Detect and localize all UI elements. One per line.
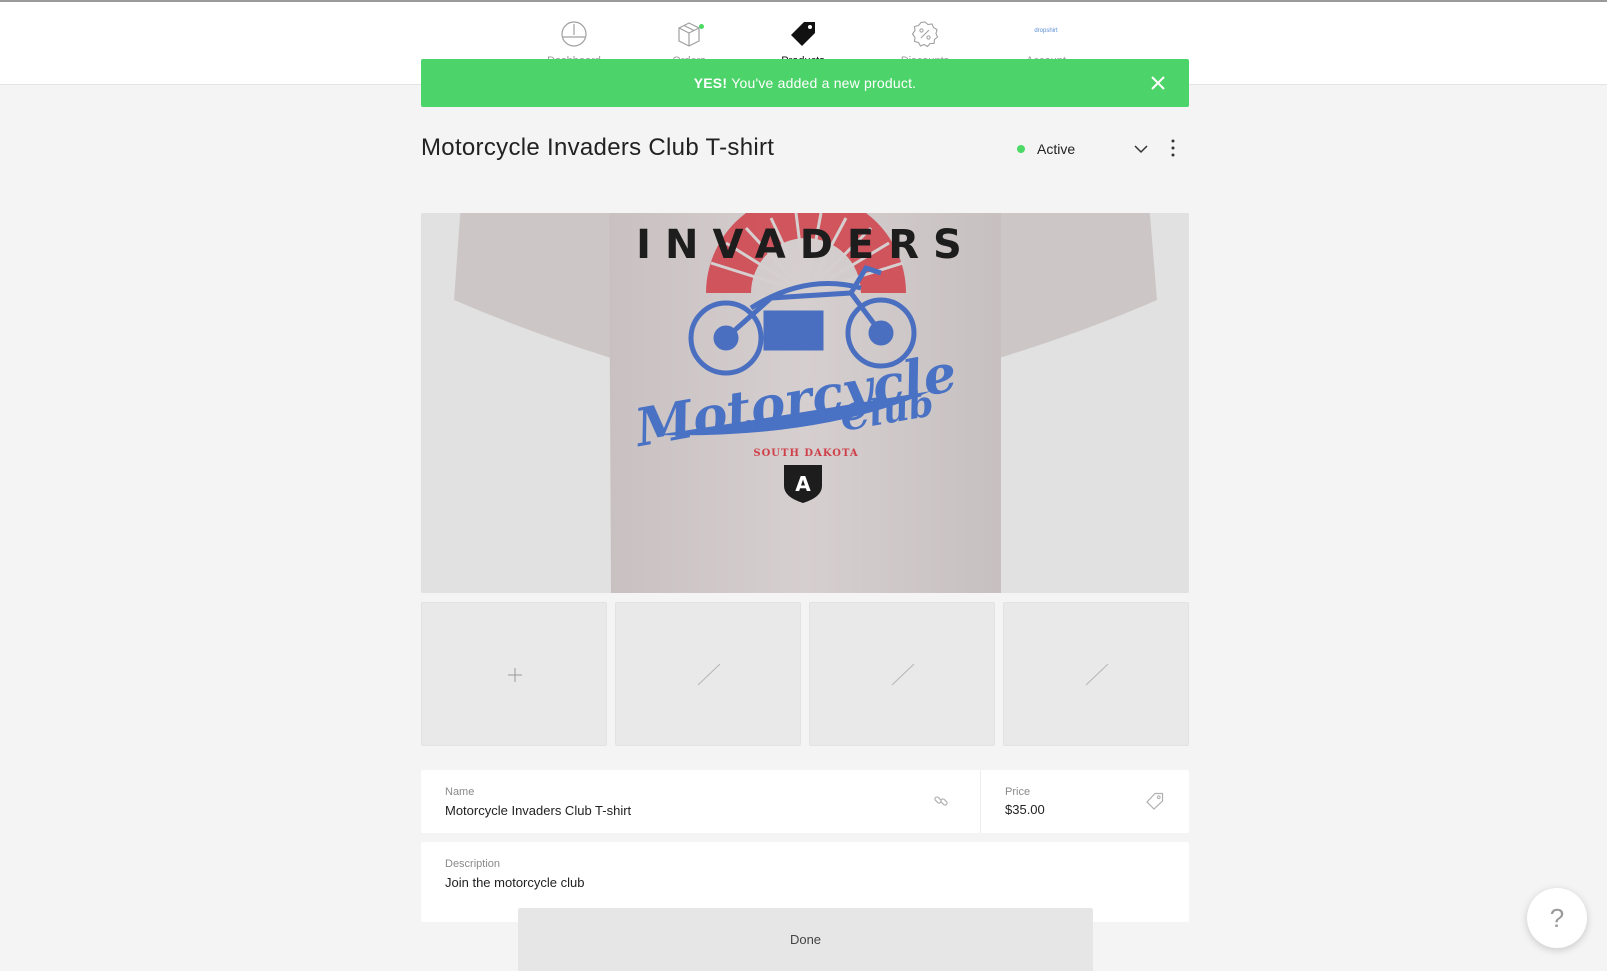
status-indicator-dot [1017,145,1025,153]
description-field-label: Description [445,858,501,870]
plus-icon [508,668,522,682]
name-field[interactable]: Motorcycle Invaders Club T-shirt [445,803,915,818]
description-field[interactable]: Join the motorcycle club [445,875,1145,890]
status-dropdown[interactable]: Active [1017,137,1075,161]
image-slot-empty[interactable] [1003,602,1189,746]
orders-notification-dot [699,24,704,29]
print-top-text: INVADERS [636,222,976,268]
name-field-label: Name [445,786,475,798]
print-state: SOUTH DAKOTA [753,448,858,459]
image-slot-empty[interactable] [615,602,801,746]
more-options-icon[interactable] [1168,137,1178,159]
add-image-button[interactable] [421,602,607,746]
status-label: Active [1037,141,1076,157]
price-field-label: Price [1005,786,1031,798]
tag-icon [791,22,815,46]
tshirt-mockup: INVADERS Motorcycle Club SOUTH DAKOTA A [421,213,1189,593]
help-button[interactable]: ? [1527,888,1587,948]
empty-slot-icon [697,663,721,686]
print-badge-letter: A [795,472,811,496]
page-title: Motorcycle Invaders Club T-shirt [421,134,775,161]
store-logo: dropshirt [1034,28,1058,34]
chevron-down-icon[interactable] [1133,141,1149,157]
banner-message: You've added a new product. [731,75,917,91]
percent-badge-icon [911,21,939,48]
dashboard-gauge-icon [561,21,587,47]
price-tag-icon [1146,792,1164,810]
close-icon[interactable] [1149,74,1167,92]
image-slot-empty[interactable] [809,602,995,746]
help-icon: ? [1549,902,1565,933]
price-field[interactable]: $35.00 [1005,802,1125,817]
field-divider [980,770,981,833]
banner-strong-text: YES! [693,75,728,91]
product-image-main[interactable]: INVADERS Motorcycle Club SOUTH DAKOTA A [421,213,1189,593]
empty-slot-icon [1085,663,1109,686]
empty-slot-icon [891,663,915,686]
link-icon[interactable] [933,793,949,809]
success-banner: YES! You've added a new product. [421,59,1189,107]
done-button[interactable]: Done [518,908,1093,971]
